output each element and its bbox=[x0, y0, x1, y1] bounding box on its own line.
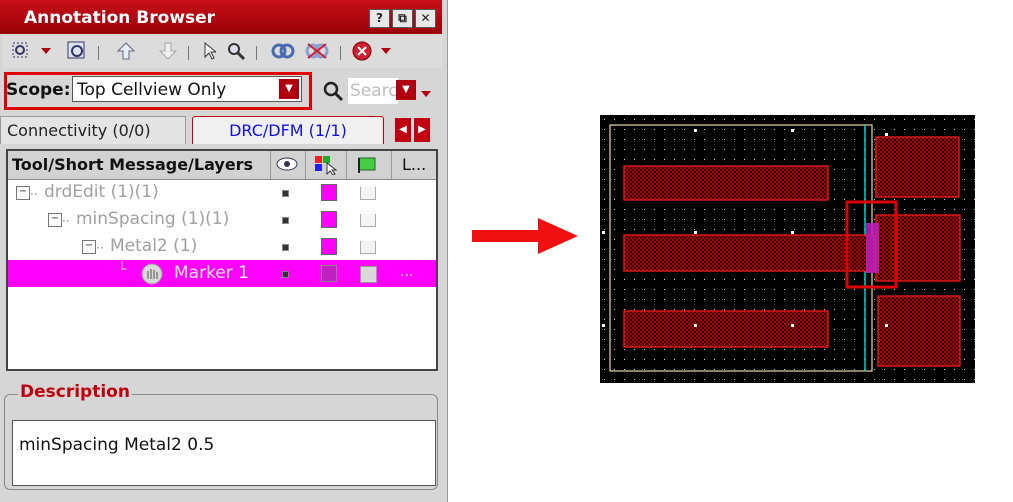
chevron-right-icon[interactable]: ▶ bbox=[414, 118, 430, 142]
scope-select[interactable]: Top Cellview Only ▼ bbox=[72, 76, 302, 102]
arrow-down-icon[interactable] bbox=[154, 40, 182, 62]
scope-label: Scope: bbox=[6, 80, 71, 100]
tree-row[interactable]: − ·· Metal2 (1) bbox=[8, 233, 436, 260]
chevron-down-icon[interactable] bbox=[38, 40, 54, 62]
search-input[interactable]: Search bbox=[348, 78, 398, 104]
marker-hand-icon bbox=[140, 263, 164, 289]
chevron-left-icon[interactable]: ◀ bbox=[395, 118, 411, 142]
metal2-shape[interactable] bbox=[623, 165, 829, 201]
zoom-fit-icon[interactable] bbox=[64, 40, 92, 62]
column-header-last[interactable]: L... bbox=[391, 151, 437, 179]
visibility-dot[interactable] bbox=[282, 190, 289, 197]
link-icon[interactable] bbox=[268, 40, 298, 62]
zoom-select-icon[interactable] bbox=[8, 40, 36, 62]
flag-column[interactable] bbox=[346, 151, 391, 179]
layer-color-column[interactable] bbox=[305, 151, 346, 179]
unlink-icon[interactable] bbox=[302, 40, 332, 62]
right-arrow-icon bbox=[472, 216, 584, 260]
metal2-shape[interactable] bbox=[875, 214, 961, 282]
layer-swatch bbox=[321, 184, 337, 201]
close-circle-icon[interactable] bbox=[348, 40, 376, 62]
collapse-icon[interactable]: − bbox=[16, 186, 30, 200]
description-text: minSpacing Metal2 0.5 bbox=[19, 435, 215, 455]
visibility-dot[interactable] bbox=[282, 244, 289, 251]
annotation-browser-panel: Annotation Browser ? ⧉ ✕ Scope: Top Cell… bbox=[0, 0, 448, 502]
layer-swatch bbox=[321, 238, 337, 255]
tree-row-label: Marker 1 bbox=[174, 263, 249, 283]
metal2-shape[interactable] bbox=[875, 136, 960, 198]
layer-select-icon bbox=[314, 155, 340, 179]
visibility-dot[interactable] bbox=[282, 217, 289, 224]
visibility-dot[interactable] bbox=[282, 271, 289, 278]
chevron-down-icon[interactable]: ▼ bbox=[279, 79, 299, 99]
search-area: Search ▼ bbox=[320, 78, 438, 104]
tree-row[interactable]: − ·· drdEdit (1)(1) bbox=[8, 179, 436, 206]
layout-canvas bbox=[600, 115, 975, 383]
magnifier-icon[interactable] bbox=[224, 40, 248, 62]
collapse-icon[interactable]: − bbox=[48, 213, 62, 227]
pointer-icon[interactable] bbox=[198, 40, 220, 62]
float-button[interactable]: ⧉ bbox=[392, 9, 413, 28]
metal2-shape[interactable] bbox=[623, 310, 829, 348]
column-header-last-label: L... bbox=[402, 155, 427, 174]
tree-row-label: drdEdit (1)(1) bbox=[44, 182, 159, 202]
description-title: Description bbox=[18, 382, 132, 402]
flag-box[interactable] bbox=[360, 214, 376, 227]
flag-box[interactable] bbox=[360, 266, 377, 283]
flag-box[interactable] bbox=[360, 241, 376, 254]
arrow-up-icon[interactable] bbox=[112, 40, 140, 62]
chevron-down-icon[interactable]: ▼ bbox=[396, 80, 416, 100]
close-button[interactable]: ✕ bbox=[415, 9, 436, 28]
tree-row-selected[interactable]: └ Marker 1 ... bbox=[8, 260, 436, 287]
column-header-tool[interactable]: Tool/Short Message/Layers bbox=[12, 155, 253, 174]
scope-row: Scope: Top Cellview Only ▼ Search ▼ bbox=[0, 70, 442, 114]
tree-row-label: minSpacing (1)(1) bbox=[76, 209, 230, 229]
metal2-shape[interactable] bbox=[877, 295, 961, 367]
visibility-column[interactable] bbox=[270, 151, 305, 179]
drc-marker[interactable] bbox=[866, 223, 879, 273]
scope-value: Top Cellview Only bbox=[77, 80, 227, 100]
window-title: Annotation Browser bbox=[24, 8, 216, 28]
metal2-shape[interactable] bbox=[623, 234, 875, 272]
layer-swatch bbox=[321, 265, 337, 282]
search-placeholder: Search bbox=[350, 81, 398, 101]
title-bar: Annotation Browser ? ⧉ ✕ bbox=[0, 0, 442, 34]
collapse-icon[interactable]: − bbox=[82, 240, 96, 254]
toolbar bbox=[2, 36, 442, 68]
description-group: Description minSpacing Metal2 0.5 bbox=[4, 380, 440, 492]
tree-row-label: Metal2 (1) bbox=[110, 236, 198, 256]
annotation-tree: Tool/Short Message/Layers L... − ·· drdE… bbox=[6, 149, 438, 371]
help-button[interactable]: ? bbox=[369, 9, 390, 28]
tree-row[interactable]: − ·· minSpacing (1)(1) bbox=[8, 206, 436, 233]
chevron-down-icon[interactable] bbox=[378, 40, 394, 62]
search-icon bbox=[322, 80, 344, 106]
tab-drc-dfm[interactable]: DRC/DFM (1/1) bbox=[192, 116, 384, 144]
eye-icon bbox=[275, 156, 299, 176]
description-text-area[interactable]: minSpacing Metal2 0.5 bbox=[12, 420, 436, 486]
layer-swatch bbox=[321, 211, 337, 228]
flag-box[interactable] bbox=[360, 187, 376, 200]
chevron-down-icon[interactable] bbox=[420, 84, 432, 103]
flag-icon bbox=[357, 156, 379, 178]
tree-header: Tool/Short Message/Layers L... bbox=[8, 151, 436, 180]
row-extra: ... bbox=[400, 264, 414, 280]
tab-bar: Connectivity (0/0) DRC/DFM (1/1) ◀ ▶ bbox=[0, 116, 442, 146]
tab-connectivity[interactable]: Connectivity (0/0) bbox=[0, 116, 186, 144]
